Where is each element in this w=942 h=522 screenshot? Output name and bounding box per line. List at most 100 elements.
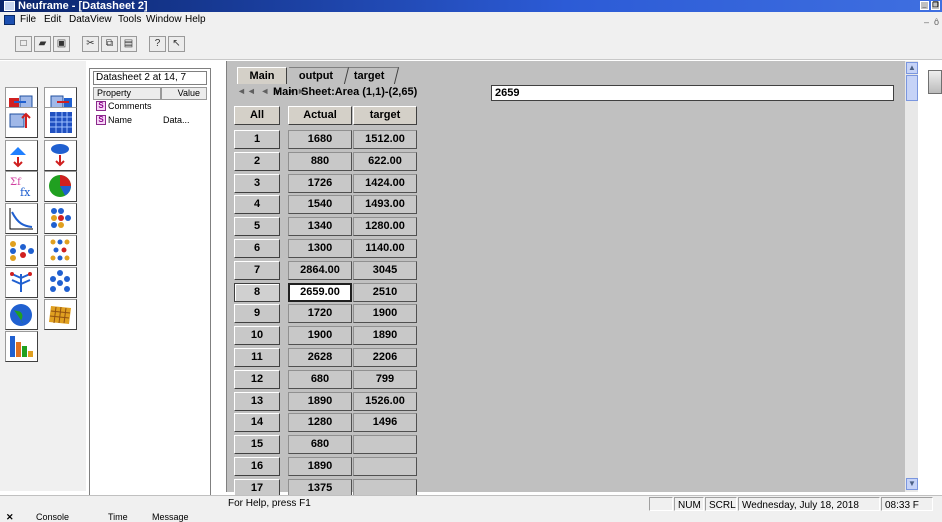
row-header[interactable]: 3 (234, 174, 280, 193)
cell-actual[interactable]: 1280 (288, 413, 352, 432)
close-icon[interactable]: ✕ (6, 512, 14, 522)
cell-target[interactable]: 3045 (353, 261, 417, 280)
row-header[interactable]: 4 (234, 195, 280, 214)
tab-message[interactable]: Message (152, 512, 189, 522)
copy-icon[interactable]: ⧉ (101, 36, 118, 52)
cell-target[interactable]: 1526.00 (353, 392, 417, 411)
menu-dataview[interactable]: DataView (69, 12, 112, 28)
query-node-icon[interactable] (5, 107, 38, 138)
menu-tools[interactable]: Tools (118, 12, 141, 28)
cell-value-input[interactable]: 2659 (491, 85, 894, 101)
about-icon[interactable]: ? (149, 36, 166, 52)
cell-target[interactable] (353, 435, 417, 454)
cell-target[interactable]: 1140.00 (353, 239, 417, 258)
row-header[interactable]: 7 (234, 261, 280, 280)
function-node-icon[interactable]: Σf fx (5, 171, 38, 202)
vertical-scrollbar[interactable]: ▲ ▼ (904, 61, 918, 492)
scroll-down-icon[interactable]: ▼ (906, 478, 918, 490)
restore-button[interactable]: ❐ (931, 1, 940, 10)
context-help-icon[interactable]: ↖ (168, 36, 185, 52)
column-header-actual[interactable]: Actual (288, 106, 352, 125)
cell-actual[interactable]: 1680 (288, 130, 352, 149)
cell-target[interactable]: 1512.00 (353, 130, 417, 149)
tab-console[interactable]: Console (36, 512, 69, 522)
menu-file[interactable]: File (20, 12, 36, 28)
property-row-comments[interactable]: S Comments (96, 101, 206, 112)
pie-chart-node-icon[interactable] (44, 171, 77, 202)
tree-node-icon[interactable] (5, 267, 38, 298)
cell-actual[interactable]: 1540 (288, 195, 352, 214)
trash-can-icon[interactable] (928, 70, 942, 94)
paste-icon[interactable]: ▤ (120, 36, 137, 52)
row-header[interactable]: 12 (234, 370, 280, 389)
graph-node-icon[interactable] (5, 203, 38, 234)
cell-target[interactable]: 1493.00 (353, 195, 417, 214)
cell-actual[interactable]: 880 (288, 152, 352, 171)
cluster-node-icon[interactable] (44, 203, 77, 234)
cell-actual[interactable]: 680 (288, 435, 352, 454)
row-header[interactable]: 15 (234, 435, 280, 454)
menu-help[interactable]: Help (185, 12, 206, 28)
new-file-icon[interactable]: □ (15, 36, 32, 52)
cell-actual[interactable]: 1900 (288, 326, 352, 345)
cell-actual[interactable]: 1890 (288, 457, 352, 476)
row-header[interactable]: 5 (234, 217, 280, 236)
minimize-button[interactable]: _ (920, 1, 929, 10)
save-icon[interactable]: ▣ (53, 36, 70, 52)
row-header[interactable]: 9 (234, 304, 280, 323)
active-cell[interactable]: 2659.00 (288, 283, 352, 302)
menu-edit[interactable]: Edit (44, 12, 61, 28)
column-header-target[interactable]: target (353, 106, 417, 125)
document-icon[interactable] (4, 15, 15, 25)
cell-actual[interactable]: 1340 (288, 217, 352, 236)
row-header[interactable]: 6 (234, 239, 280, 258)
row-header[interactable]: 11 (234, 348, 280, 367)
row-header[interactable]: 10 (234, 326, 280, 345)
property-column-header[interactable]: Property (93, 87, 161, 100)
cut-icon[interactable]: ✂ (82, 36, 99, 52)
tab-main[interactable]: Main (237, 67, 287, 84)
filter-node-icon[interactable] (44, 140, 77, 171)
row-header[interactable]: 8 (234, 283, 280, 302)
scroll-up-icon[interactable]: ▲ (906, 62, 918, 74)
bar-chart-node-icon[interactable] (5, 331, 38, 362)
scroll-thumb[interactable] (906, 75, 918, 101)
cell-actual[interactable]: 1890 (288, 392, 352, 411)
cell-target[interactable]: 1280.00 (353, 217, 417, 236)
cell-target[interactable]: 1890 (353, 326, 417, 345)
cell-target[interactable]: 2510 (353, 283, 417, 302)
cell-target[interactable] (353, 457, 417, 476)
row-header[interactable]: 13 (234, 392, 280, 411)
cell-actual[interactable]: 1726 (288, 174, 352, 193)
open-folder-icon[interactable]: ▰ (34, 36, 51, 52)
row-header[interactable]: 1 (234, 130, 280, 149)
split-node-icon[interactable] (5, 140, 38, 171)
row-header[interactable]: 16 (234, 457, 280, 476)
value-column-header[interactable]: Value (161, 87, 207, 100)
globe-node-icon[interactable] (5, 299, 38, 330)
network-node-icon[interactable] (5, 235, 38, 266)
menu-window[interactable]: Window (146, 12, 182, 28)
datasheet-node-icon[interactable] (44, 107, 77, 138)
som-node-icon[interactable] (44, 267, 77, 298)
cell-actual[interactable]: 1300 (288, 239, 352, 258)
cell-actual[interactable]: 680 (288, 370, 352, 389)
cell-target[interactable]: 1900 (353, 304, 417, 323)
cell-actual[interactable]: 2628 (288, 348, 352, 367)
tab-target[interactable]: target (340, 67, 400, 84)
select-all-button[interactable]: All (234, 106, 280, 125)
cell-actual[interactable]: 2864.00 (288, 261, 352, 280)
tab-time[interactable]: Time (108, 512, 128, 522)
cell-target[interactable]: 799 (353, 370, 417, 389)
cell-target[interactable]: 622.00 (353, 152, 417, 171)
grid-node-icon[interactable] (44, 299, 77, 330)
row-header[interactable]: 2 (234, 152, 280, 171)
layers-node-icon[interactable] (44, 235, 77, 266)
tab-output[interactable]: output (284, 67, 350, 84)
cell-target[interactable]: 2206 (353, 348, 417, 367)
property-row-name[interactable]: S Name Data... (96, 115, 206, 126)
cell-target[interactable]: 1496 (353, 413, 417, 432)
cell-actual[interactable]: 1720 (288, 304, 352, 323)
cell-target[interactable]: 1424.00 (353, 174, 417, 193)
row-header[interactable]: 14 (234, 413, 280, 432)
